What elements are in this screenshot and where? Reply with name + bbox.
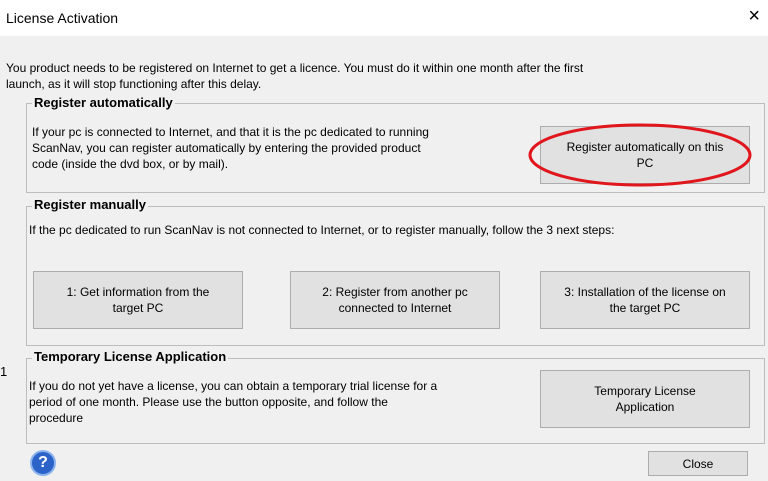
register-manually-legend: Register manually <box>32 197 148 213</box>
intro-line-2: launch, as it will stop functioning afte… <box>6 77 262 91</box>
margin-glyph: 1 <box>0 364 8 379</box>
register-automatically-legend: Register automatically <box>32 95 175 111</box>
step2-register-another-pc-button[interactable]: 2: Register from another pc connected to… <box>290 271 500 329</box>
close-icon[interactable]: × <box>748 6 760 26</box>
register-automatically-button[interactable]: Register automatically on this PC <box>540 126 750 184</box>
step3-install-license-button[interactable]: 3: Installation of the license on the ta… <box>540 271 750 329</box>
step1-get-info-button[interactable]: 1: Get information from the target PC <box>33 271 243 329</box>
license-activation-dialog: License Activation × You product needs t… <box>0 0 768 481</box>
intro-line-1: You product needs to be registered on In… <box>6 61 584 75</box>
dialog-title: License Activation <box>6 10 119 26</box>
temporary-license-desc-2: period of one month. Please use the butt… <box>29 395 388 409</box>
question-mark-icon[interactable]: ? <box>30 450 56 476</box>
help-glyph: ? <box>38 454 48 471</box>
register-manually-desc: If the pc dedicated to run ScanNav is no… <box>29 223 615 237</box>
title-bar: License Activation × <box>0 0 768 36</box>
temporary-license-button[interactable]: Temporary License Application <box>540 370 750 428</box>
close-button[interactable]: Close <box>648 451 748 476</box>
temporary-license-desc-1: If you do not yet have a license, you ca… <box>29 379 438 393</box>
register-automatically-desc-1: If your pc is connected to Internet, and… <box>32 125 429 139</box>
temporary-license-desc-3: procedure <box>29 411 84 425</box>
register-automatically-desc-2: ScanNav, you can register automatically … <box>32 141 421 155</box>
temporary-license-legend: Temporary License Application <box>32 349 229 365</box>
register-automatically-desc-3: code (inside the dvd box, or by mail). <box>32 157 229 171</box>
